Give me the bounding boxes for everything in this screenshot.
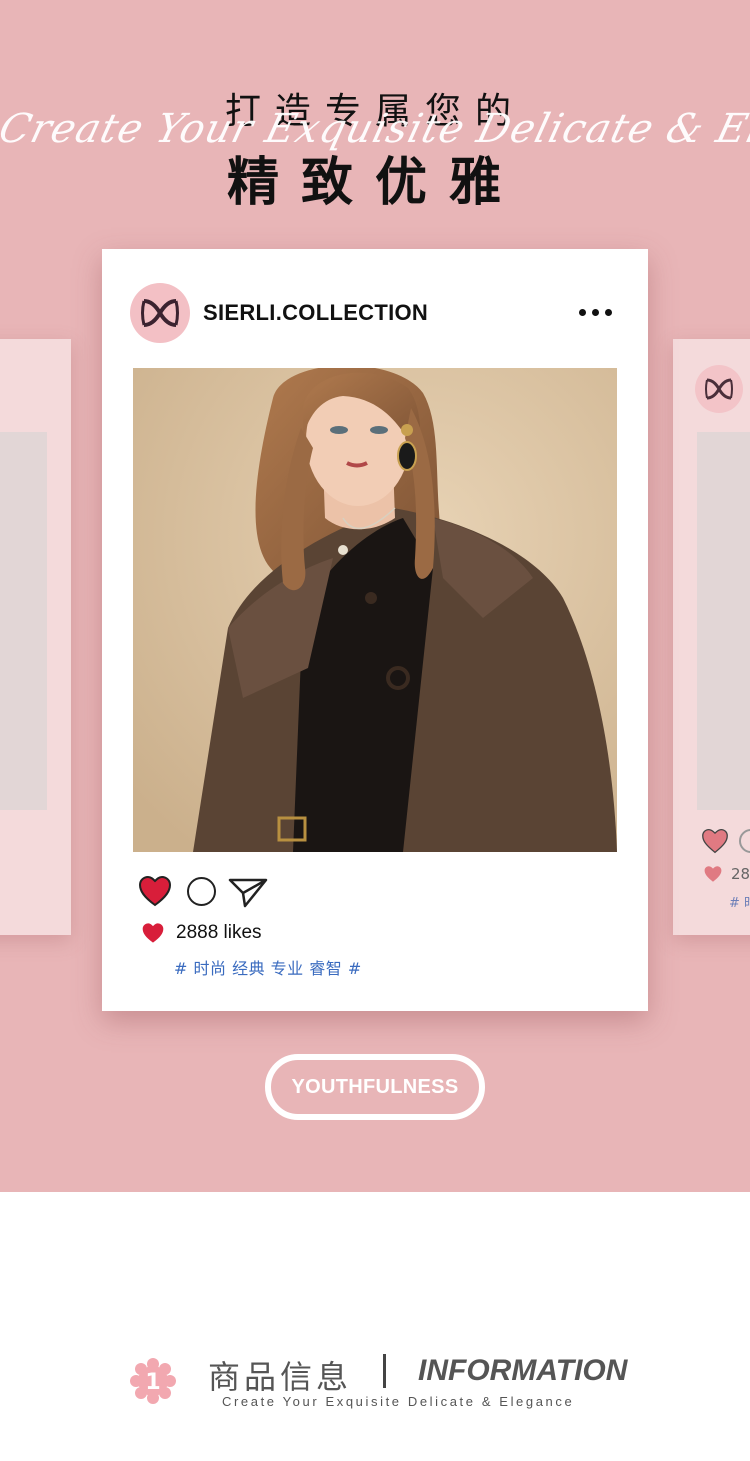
- number-badge-icon: 1: [130, 1358, 176, 1404]
- comment-icon: [739, 829, 750, 853]
- send-icon[interactable]: [228, 877, 268, 909]
- info-subtitle: Create Your Exquisite Delicate & Eleganc…: [222, 1394, 575, 1409]
- info-title-cn: 商品信息: [208, 1358, 353, 1396]
- side-post-photo: [697, 432, 750, 810]
- post-username[interactable]: SIERLI.COLLECTION: [203, 300, 428, 326]
- likes-count: 2888 likes: [176, 922, 262, 943]
- side-tags-text: # 时: [729, 896, 750, 911]
- hero-section: 打造专属您的 Create Your Exquisite Delicate & …: [0, 0, 750, 1192]
- more-dots-icon[interactable]: [572, 299, 618, 325]
- brand-logo-icon: [695, 365, 743, 413]
- heart-icon: [702, 828, 728, 854]
- info-separator: [383, 1354, 386, 1388]
- post-card: SIERLI.COLLECTION 2888 likes # 时尚 经典 专业 …: [102, 249, 648, 1011]
- likes-heart-icon: [142, 923, 164, 943]
- info-title-en: INFORMATION: [418, 1354, 628, 1387]
- badge-number: 1: [145, 1370, 160, 1395]
- side-post-card-left: [0, 339, 71, 935]
- hero-script-title: Create Your Exquisite Delicate & Eleganc…: [0, 106, 750, 152]
- brand-logo-icon[interactable]: [130, 283, 190, 343]
- comment-icon[interactable]: [187, 877, 216, 906]
- side-post-photo: [0, 432, 47, 810]
- side-likes-text: 288: [731, 865, 750, 883]
- post-hashtags[interactable]: # 时尚 经典 专业 睿智 #: [174, 955, 362, 979]
- likes-heart-icon: [704, 866, 722, 882]
- side-post-card-right: 288 # 时: [673, 339, 750, 935]
- heart-icon[interactable]: [138, 875, 172, 907]
- youthfulness-button[interactable]: YOUTHFULNESS: [265, 1054, 485, 1120]
- post-photo: [133, 368, 617, 852]
